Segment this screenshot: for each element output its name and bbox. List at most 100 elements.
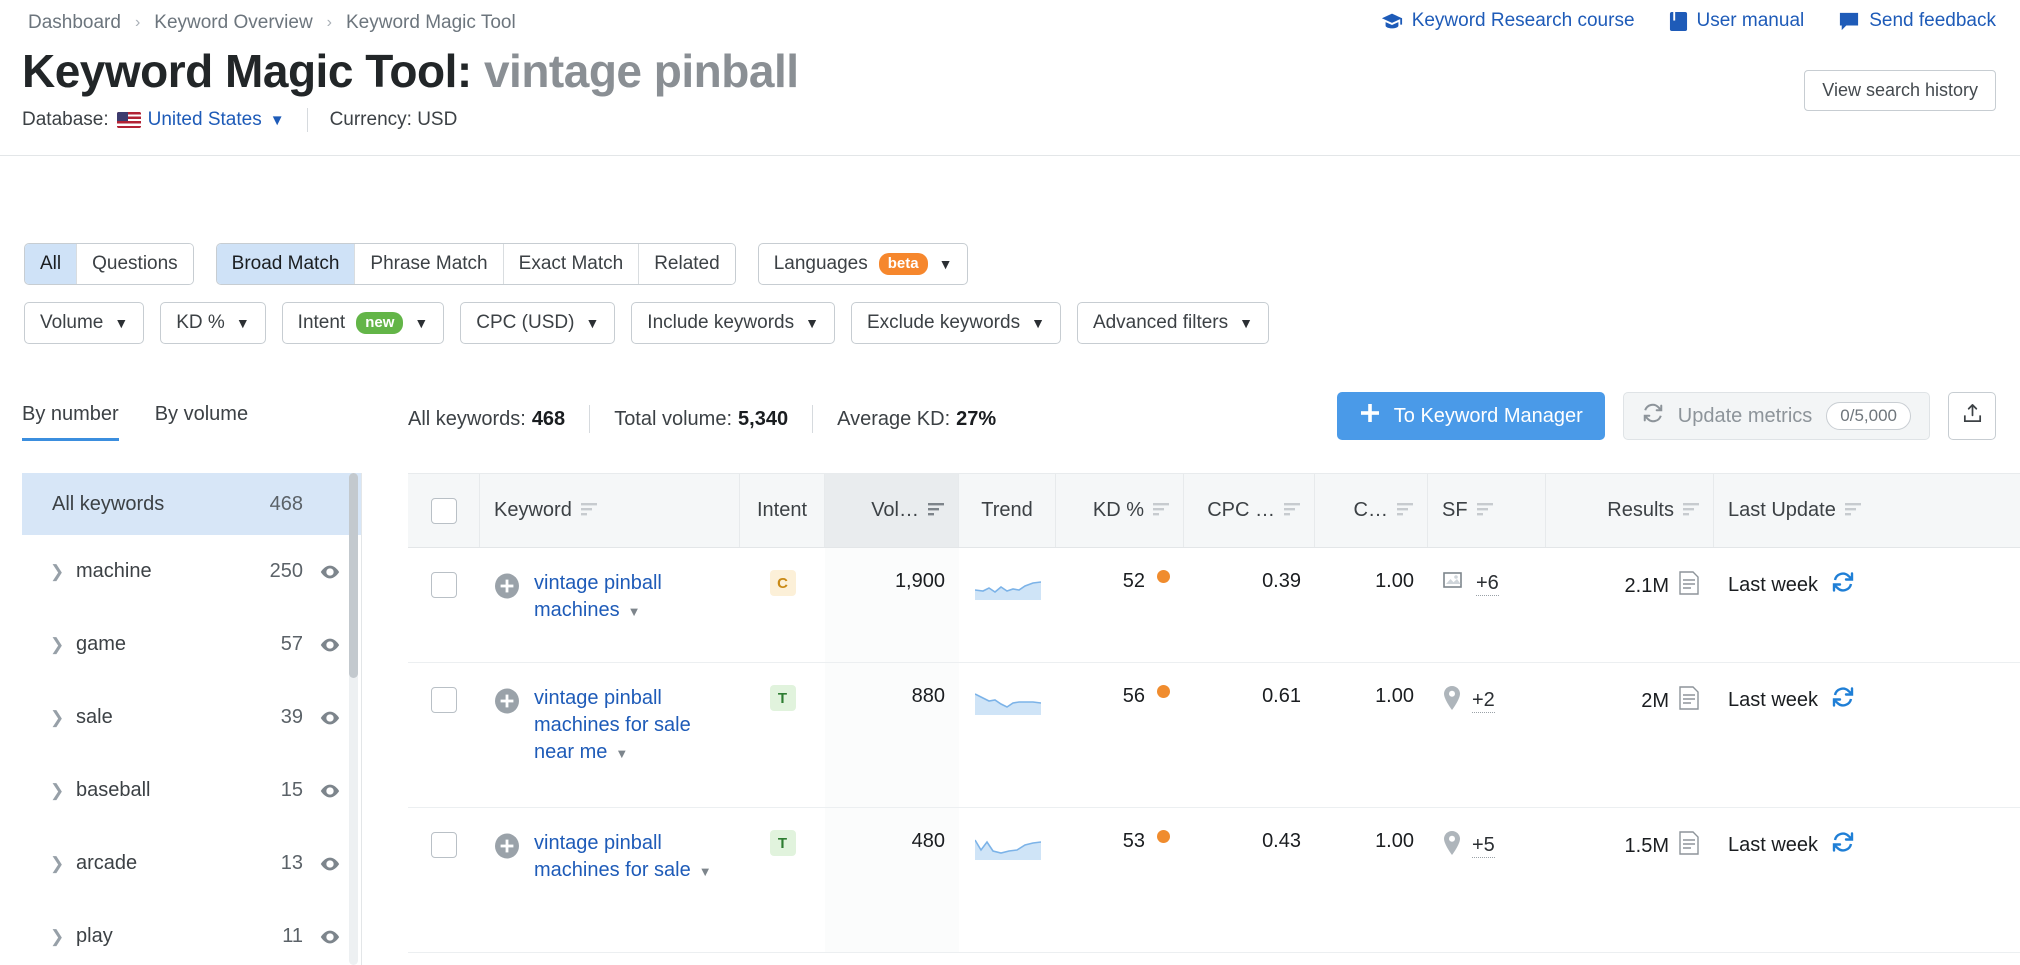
sidebar-item-arcade[interactable]: ❯ arcade 13 xyxy=(22,827,361,900)
intent-badge[interactable]: C xyxy=(769,570,796,596)
breadcrumb-item-keyword-magic-tool[interactable]: Keyword Magic Tool xyxy=(346,12,516,34)
breadcrumb-item-keyword-overview[interactable]: Keyword Overview xyxy=(154,12,312,34)
sidebar-item-count: 57 xyxy=(280,633,303,655)
column-header-cpc[interactable]: CPC … xyxy=(1184,474,1315,547)
export-icon xyxy=(1961,402,1984,430)
chevron-down-icon[interactable]: ▼ xyxy=(628,604,641,619)
keyword-text: vintage pinball machines for sale near m… xyxy=(534,687,691,764)
view-search-history-button[interactable]: View search history xyxy=(1804,70,1996,111)
filter-cpc[interactable]: CPC (USD) ▼ xyxy=(460,302,616,344)
column-header-competition[interactable]: C… xyxy=(1315,474,1428,547)
sidebar-all-keywords-count: 468 xyxy=(269,492,303,515)
refresh-icon[interactable] xyxy=(1831,570,1855,600)
filter-kd[interactable]: KD % ▼ xyxy=(160,302,266,344)
sidebar-item-count: 250 xyxy=(269,560,303,582)
map-pin-icon[interactable] xyxy=(1442,685,1462,717)
breadcrumb-separator: › xyxy=(134,14,141,31)
eye-icon[interactable] xyxy=(319,780,341,802)
add-keyword-icon[interactable] xyxy=(494,833,520,859)
column-header-keyword[interactable]: Keyword xyxy=(480,474,740,547)
serp-preview-icon[interactable] xyxy=(1678,685,1700,717)
keyword-link[interactable]: vintage pinball machines ▼ xyxy=(534,570,726,624)
column-header-kd[interactable]: KD % xyxy=(1056,474,1184,547)
table-header: Keyword Intent Vol… Trend KD % CPC … C… … xyxy=(408,473,2020,548)
keyword-text: vintage pinball machines xyxy=(534,572,662,622)
sf-more-link[interactable]: +2 xyxy=(1472,689,1495,713)
row-checkbox[interactable] xyxy=(431,687,457,713)
chevron-down-icon[interactable]: ▼ xyxy=(615,746,628,761)
sidebar-item-game[interactable]: ❯ game 57 xyxy=(22,608,361,681)
divider xyxy=(306,108,308,132)
tab-phrase-match[interactable]: Phrase Match xyxy=(355,244,504,284)
breadcrumb-item-dashboard[interactable]: Dashboard xyxy=(28,12,121,34)
intent-badge[interactable]: T xyxy=(769,685,796,711)
tab-related[interactable]: Related xyxy=(639,244,735,284)
row-checkbox[interactable] xyxy=(431,572,457,598)
column-label: SF xyxy=(1442,499,1468,521)
keyword-link[interactable]: vintage pinball machines for sale near m… xyxy=(534,685,726,767)
database-value[interactable]: United States xyxy=(148,109,262,131)
refresh-icon[interactable] xyxy=(1831,830,1855,860)
kd-value: 53 xyxy=(1122,830,1145,852)
map-pin-icon[interactable] xyxy=(1442,830,1462,862)
chevron-down-icon[interactable]: ▼ xyxy=(270,112,285,129)
serp-preview-icon[interactable] xyxy=(1678,830,1700,862)
tab-questions[interactable]: Questions xyxy=(77,244,193,284)
divider xyxy=(0,155,2020,156)
column-header-last-update[interactable]: Last Update xyxy=(1714,474,1910,547)
column-header-sf[interactable]: SF xyxy=(1428,474,1546,547)
column-header-volume[interactable]: Vol… xyxy=(825,474,959,547)
chevron-down-icon: ▼ xyxy=(114,315,129,331)
filter-volume-label: Volume xyxy=(40,312,104,333)
add-keyword-icon[interactable] xyxy=(494,573,520,599)
filter-advanced-label: Advanced filters xyxy=(1092,312,1229,333)
eye-icon[interactable] xyxy=(319,707,341,729)
sf-more-link[interactable]: +5 xyxy=(1472,834,1495,858)
eye-icon[interactable] xyxy=(319,853,341,875)
tab-by-volume[interactable]: By volume xyxy=(155,403,248,441)
refresh-icon[interactable] xyxy=(1831,685,1855,715)
filter-volume[interactable]: Volume ▼ xyxy=(24,302,145,344)
filter-intent[interactable]: Intent new ▼ xyxy=(281,302,445,344)
eye-icon[interactable] xyxy=(319,634,341,656)
total-volume-label: Total volume: xyxy=(614,407,733,430)
chevron-down-icon[interactable]: ▼ xyxy=(699,864,712,879)
sidebar-item-sale[interactable]: ❯ sale 39 xyxy=(22,681,361,754)
select-all-checkbox[interactable] xyxy=(430,497,457,524)
sidebar-scrollbar[interactable] xyxy=(349,473,358,965)
export-button[interactable] xyxy=(1948,392,1996,440)
keyword-research-course-link[interactable]: Keyword Research course xyxy=(1381,10,1635,32)
update-metrics-button[interactable]: Update metrics 0/5,000 xyxy=(1622,392,1930,440)
tab-all[interactable]: All xyxy=(25,244,78,284)
trend-cell xyxy=(959,663,1056,807)
column-header-trend: Trend xyxy=(959,474,1056,547)
sidebar-item-machine[interactable]: ❯ machine 250 xyxy=(22,535,361,608)
row-checkbox[interactable] xyxy=(431,832,457,858)
add-keyword-icon[interactable] xyxy=(494,688,520,714)
languages-dropdown[interactable]: Languages beta ▼ xyxy=(757,243,969,285)
intent-badge[interactable]: T xyxy=(769,830,796,856)
keyword-link[interactable]: vintage pinball machines for sale ▼ xyxy=(534,830,726,884)
to-keyword-manager-button[interactable]: To Keyword Manager xyxy=(1336,392,1605,440)
filter-include-keywords-label: Include keywords xyxy=(647,312,795,333)
user-manual-link[interactable]: User manual xyxy=(1669,10,1804,32)
sidebar-item-baseball[interactable]: ❯ baseball 15 xyxy=(22,754,361,827)
image-icon[interactable] xyxy=(1442,570,1466,598)
send-feedback-link[interactable]: Send feedback xyxy=(1838,10,1996,32)
languages-label: Languages xyxy=(773,253,868,274)
column-header-results[interactable]: Results xyxy=(1546,474,1714,547)
sf-more-link[interactable]: +6 xyxy=(1476,572,1499,596)
all-keywords-value: 468 xyxy=(531,407,566,430)
serp-preview-icon[interactable] xyxy=(1678,570,1700,602)
table-row: vintage pinball machines ▼ C 1,900 52 0.3… xyxy=(408,548,2020,663)
filter-exclude-keywords[interactable]: Exclude keywords ▼ xyxy=(850,302,1061,344)
filter-include-keywords[interactable]: Include keywords ▼ xyxy=(631,302,835,344)
tab-broad-match[interactable]: Broad Match xyxy=(216,244,356,284)
sidebar-item-play[interactable]: ❯ play 11 xyxy=(22,900,361,965)
tab-exact-match[interactable]: Exact Match xyxy=(503,244,640,284)
eye-icon[interactable] xyxy=(319,926,341,948)
filter-advanced[interactable]: Advanced filters ▼ xyxy=(1076,302,1269,344)
sidebar-item-all-keywords[interactable]: All keywords 468 xyxy=(22,473,361,535)
eye-icon[interactable] xyxy=(319,561,341,583)
tab-by-number[interactable]: By number xyxy=(22,403,119,441)
